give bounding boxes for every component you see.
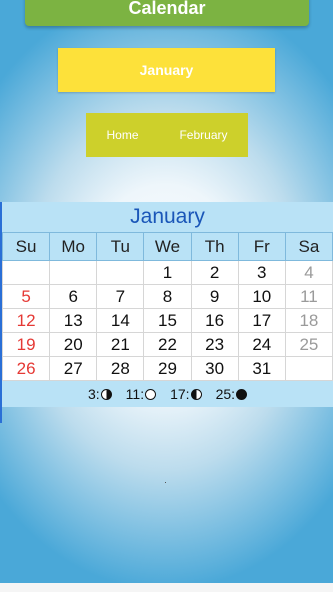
calendar-day-cell[interactable]: 17 [237,308,286,333]
moon-phase-day: 3: [87,386,100,402]
calendar-day-cell[interactable]: 14 [96,308,145,333]
calendar-day-cell[interactable]: 8 [143,284,192,309]
calendar-day-cell [96,260,145,285]
nav-bar: Home February [86,113,248,157]
calendar-day-cell[interactable]: 25 [284,332,333,357]
calendar-grid: January Su Mo Tu We Th Fr Sa 1 2 3 4 5 6 7 8 9 10 11 12 13… [0,202,333,423]
moon-phases-bar: 3: 11: 17: 25: [2,381,333,407]
calendar-day-cell[interactable]: 5 [1,284,51,309]
weekday-header-row: Su Mo Tu We Th Fr Sa [1,232,333,261]
calendar-month-title: January [2,202,333,232]
calendar-day-cell[interactable]: 18 [284,308,333,333]
app-title: Calendar [128,0,206,18]
moon-phase-day: 11: [125,386,145,402]
app-title-bar: Calendar [25,0,309,26]
calendar-day-cell[interactable]: 20 [49,332,98,357]
calendar-table: Su Mo Tu We Th Fr Sa 1 2 3 4 5 6 7 8 9 10 11 12 13 14 15 16 17… [1,232,333,381]
moon-phase-item: 3: [88,386,112,402]
calendar-day-cell[interactable]: 27 [49,356,98,381]
calendar-day-cell [49,260,98,285]
calendar-day-cell[interactable]: 11 [284,284,333,309]
calendar-day-cell[interactable]: 19 [1,332,51,357]
calendar-day-cell[interactable]: 4 [284,260,333,285]
calendar-day-cell[interactable]: 3 [237,260,286,285]
weekday-header: Th [190,232,239,261]
calendar-day-cell[interactable]: 29 [143,356,192,381]
new-moon-icon [236,388,248,400]
month-button-label: January [139,62,194,78]
moon-phase-item: 25: [215,386,248,402]
calendar-day-cell[interactable]: 21 [96,332,145,357]
weekday-header: Sa [284,232,333,261]
calendar-day-cell[interactable]: 15 [143,308,192,333]
calendar-day-cell[interactable]: 10 [237,284,286,309]
next-month-button[interactable]: February [179,128,227,142]
month-button[interactable]: January [58,48,275,92]
weekday-header: Tu [96,232,145,261]
calendar-day-cell[interactable]: 12 [1,308,51,333]
calendar-day-cell[interactable]: 16 [190,308,239,333]
calendar-day-cell[interactable]: 22 [143,332,192,357]
moon-phase-item: 11: [125,386,157,402]
calendar-week-row: 1234 [1,260,333,285]
first-quarter-moon-icon [100,388,112,400]
moon-phase-item: 17: [170,386,202,402]
decorative-dot [165,482,166,483]
calendar-week-row: 26 27 28 29 30 31 [1,356,333,381]
last-quarter-moon-icon [190,388,202,400]
calendar-week-row: 19 20 21 22 23 24 25 [1,332,333,357]
weekday-header: Su [1,232,51,261]
calendar-day-cell[interactable]: 31 [237,356,286,381]
full-moon-icon [145,388,157,400]
weekday-header: Fr [237,232,286,261]
moon-phase-day: 25: [215,386,236,402]
bottom-strip [0,583,333,592]
calendar-day-cell[interactable]: 30 [190,356,239,381]
calendar-day-cell[interactable]: 23 [190,332,239,357]
calendar-day-cell[interactable]: 9 [190,284,239,309]
calendar-day-cell[interactable]: 24 [237,332,286,357]
calendar-day-cell[interactable]: 1 [143,260,192,285]
calendar-day-cell [284,356,333,381]
calendar-day-cell[interactable]: 28 [96,356,145,381]
calendar-day-cell[interactable]: 2 [190,260,239,285]
calendar-week-row: 5 6 7 8 9 10 11 [1,284,333,309]
calendar-day-cell[interactable]: 26 [1,356,51,381]
calendar-week-row: 12 13 14 15 16 17 18 [1,308,333,333]
calendar-day-cell[interactable]: 13 [49,308,98,333]
calendar-day-cell[interactable]: 6 [49,284,98,309]
weekday-header: Mo [49,232,98,261]
calendar-day-cell [1,260,51,285]
moon-phase-day: 17: [170,386,190,402]
weekday-header: We [143,232,192,261]
calendar-day-cell[interactable]: 7 [96,284,145,309]
home-button[interactable]: Home [106,128,138,142]
